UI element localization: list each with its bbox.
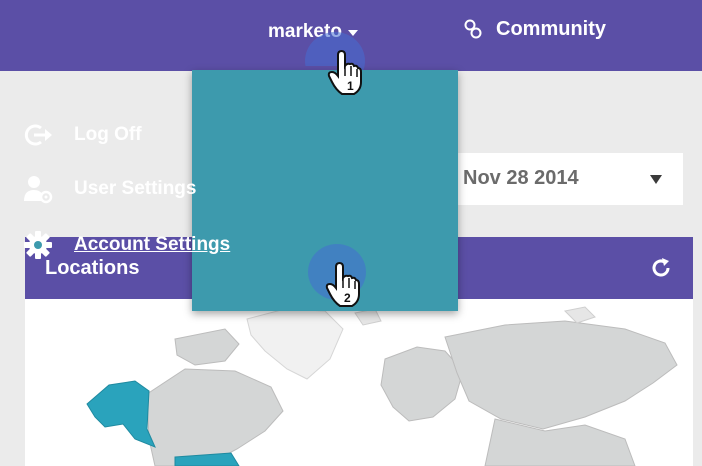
- user-settings-icon: [24, 176, 53, 204]
- world-map: [86, 306, 678, 466]
- step-number: 2: [344, 291, 351, 305]
- menu-item-account-settings[interactable]: Account Settings: [0, 225, 266, 265]
- log-off-icon: [24, 124, 52, 146]
- community-label: Community: [496, 17, 606, 40]
- date-filter-dropdown[interactable]: Nov 28 2014: [447, 153, 683, 205]
- community-icon: [464, 19, 482, 39]
- refresh-icon[interactable]: [649, 256, 673, 280]
- menu-item-label: Log Off: [74, 124, 142, 145]
- hand-pointer-icon: 2: [325, 262, 360, 307]
- community-link[interactable]: Community: [462, 14, 606, 44]
- menu-item-label: Account Settings: [74, 234, 231, 255]
- menu-item-user-settings[interactable]: User Settings: [0, 169, 266, 209]
- hand-pointer-icon: 1: [327, 50, 362, 95]
- menu-item-log-off[interactable]: Log Off: [0, 115, 266, 155]
- gear-icon: [24, 231, 52, 259]
- menu-item-label: User Settings: [74, 178, 197, 199]
- step-number: 1: [347, 79, 354, 93]
- caret-down-icon: [650, 175, 662, 184]
- date-filter-value: Nov 28 2014: [463, 167, 579, 189]
